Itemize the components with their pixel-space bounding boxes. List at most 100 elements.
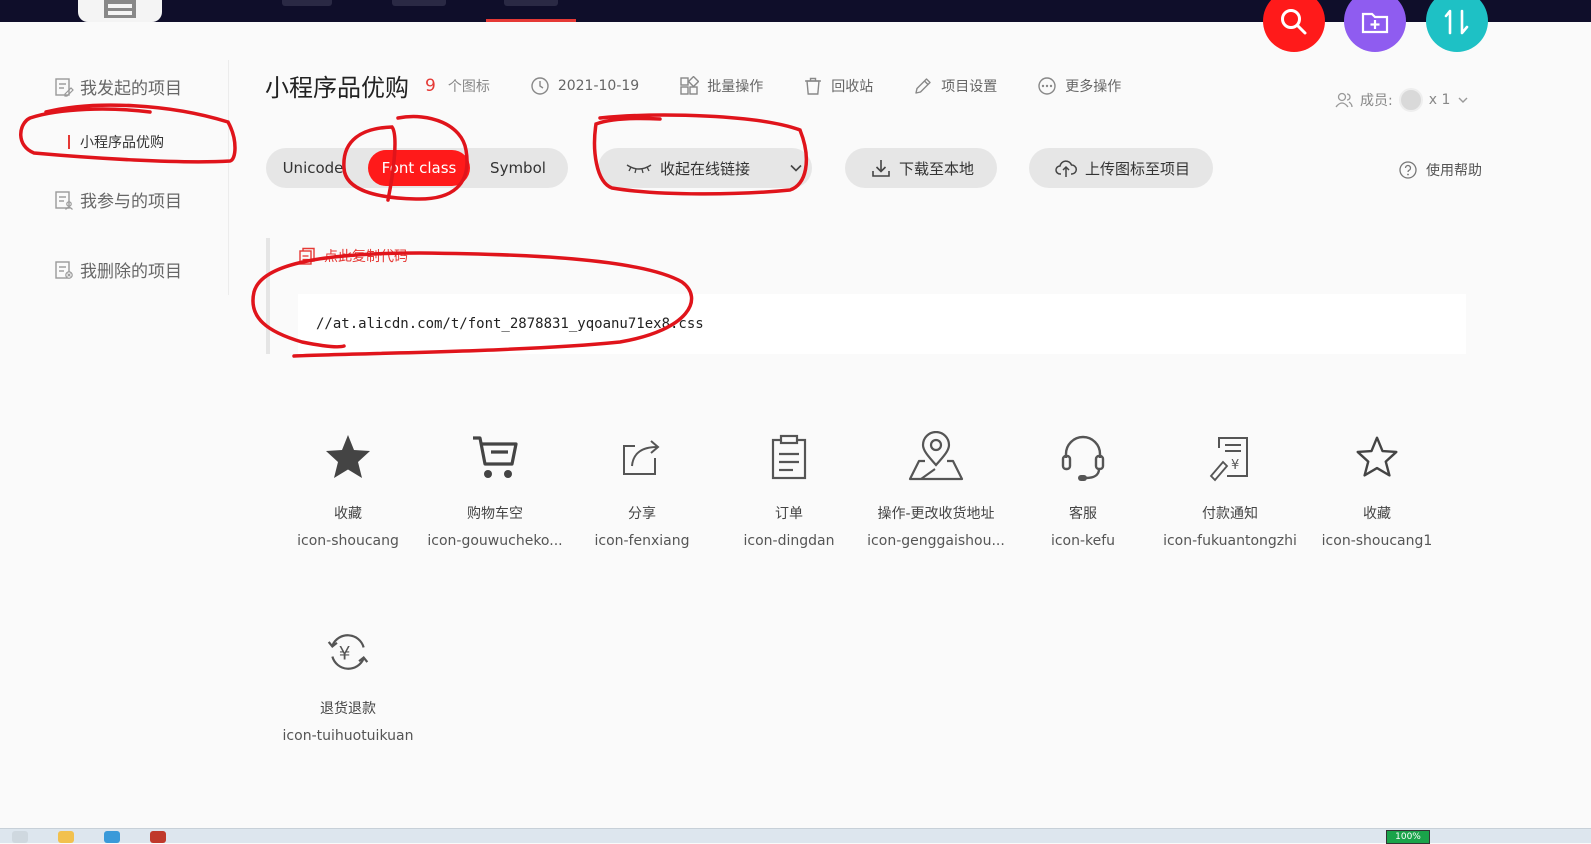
- css-url[interactable]: //at.alicdn.com/t/font_2878831_yqoanu71e…: [316, 316, 704, 332]
- more-actions-button[interactable]: 更多操作: [1037, 76, 1121, 96]
- question-icon: [1399, 161, 1417, 179]
- batch-operation-button[interactable]: 批量操作: [679, 75, 764, 96]
- members-icon: [1335, 92, 1353, 108]
- sidebar-item-label: 我参与的项目: [80, 192, 182, 212]
- icon-class: icon-shoucang1: [1321, 533, 1433, 549]
- upload-to-project-button[interactable]: 上传图标至项目: [1029, 148, 1213, 188]
- chevron-down-icon: [1458, 97, 1468, 103]
- search-button[interactable]: [1263, 0, 1325, 52]
- icon-card-shoucang1[interactable]: 收藏 icon-shoucang1: [1307, 425, 1447, 549]
- code-block: 点此复制代码 //at.alicdn.com/t/font_2878831_yq…: [266, 238, 1470, 354]
- icon-class: icon-kefu: [1050, 533, 1116, 549]
- icon-count: 9: [425, 75, 436, 96]
- svg-text:¥: ¥: [1231, 458, 1239, 473]
- icon-card-shoucang[interactable]: 收藏 icon-shoucang: [278, 425, 418, 549]
- document-delete-icon: [55, 260, 73, 279]
- new-project-button[interactable]: [1344, 0, 1406, 52]
- collapse-online-link-button[interactable]: 收起在线链接: [598, 148, 812, 188]
- annotation-overlay: [19, 103, 809, 358]
- sidebar-item-initiated[interactable]: 我发起的项目: [54, 74, 182, 99]
- project-settings-button[interactable]: 项目设置: [913, 76, 997, 96]
- sidebar-item-participated[interactable]: 我参与的项目: [54, 187, 182, 212]
- icon-class: icon-genggaishou...: [867, 533, 1005, 549]
- payment-notice-icon: ¥: [1209, 437, 1248, 482]
- copy-code-link[interactable]: 点此复制代码: [298, 246, 408, 266]
- browser-icon[interactable]: [104, 831, 120, 843]
- document-user-icon: [55, 190, 73, 210]
- sidebar-item-label: 小程序品优购: [80, 135, 164, 151]
- more-actions-label: 更多操作: [1065, 78, 1122, 95]
- icon-name: 操作-更改收货地址: [877, 506, 995, 522]
- active-indicator: [68, 135, 70, 149]
- date-label: 2021-10-19: [557, 77, 640, 94]
- nav-item-1[interactable]: [282, 0, 332, 6]
- headset-icon: [1061, 435, 1105, 481]
- icon-name: 收藏: [334, 506, 362, 522]
- recycle-bin-button[interactable]: 回收站: [803, 76, 873, 96]
- copy-code-label: 点此复制代码: [324, 249, 408, 265]
- sort-icon: [1444, 9, 1469, 35]
- icon-card-fukuantongzhi[interactable]: ¥ 付款通知 icon-fukuantongzhi: [1160, 425, 1300, 549]
- tab-symbol[interactable]: Symbol: [478, 148, 558, 188]
- grid-icon: [680, 75, 700, 95]
- icon-card-dingdan[interactable]: 订单 icon-dingdan: [719, 425, 859, 549]
- start-icon[interactable]: [12, 831, 28, 843]
- cart-icon: [473, 436, 518, 478]
- os-taskbar: 100%: [0, 828, 1591, 844]
- nav-item-3[interactable]: [504, 0, 558, 6]
- share-icon: [623, 440, 660, 475]
- icon-card-tuihuotuikuan[interactable]: ¥ 退货退款 icon-tuihuotuikuan: [278, 620, 418, 744]
- date-info: 2021-10-19: [530, 76, 639, 96]
- avatar: [1398, 88, 1423, 112]
- logo[interactable]: [78, 0, 162, 22]
- code-box[interactable]: //at.alicdn.com/t/font_2878831_yqoanu71e…: [298, 294, 1466, 354]
- page-title: 小程序品优购: [265, 74, 409, 102]
- document-edit-icon: [55, 77, 74, 97]
- download-icon: [872, 160, 890, 177]
- sidebar-item-deleted[interactable]: 我删除的项目: [54, 257, 182, 282]
- icon-card-kefu[interactable]: 客服 icon-kefu: [1013, 425, 1153, 549]
- icon-name: 客服: [1069, 506, 1097, 522]
- chevron-down-icon: [790, 164, 802, 172]
- project-sidebar: 我发起的项目 小程序品优购 我参与的项目 我删除的项目: [0, 60, 229, 295]
- batch-operation-label: 批量操作: [707, 78, 764, 95]
- members-dropdown[interactable]: 成员: x 1: [1334, 88, 1470, 112]
- clock-icon: [531, 76, 549, 95]
- tab-unicode[interactable]: Unicode: [278, 148, 348, 188]
- icon-count-unit: 个图标: [447, 78, 490, 95]
- icon-class: icon-dingdan: [743, 533, 835, 549]
- tab-font-class[interactable]: Font class: [368, 150, 470, 186]
- download-local-button[interactable]: 下载至本地: [845, 148, 997, 188]
- icon-name: 订单: [775, 506, 803, 522]
- members-label: 成员:: [1360, 93, 1393, 109]
- project-settings-label: 项目设置: [941, 78, 998, 95]
- sidebar-item-label: 我删除的项目: [80, 262, 182, 282]
- icon-card-fenxiang[interactable]: 分享 icon-fenxiang: [572, 425, 712, 549]
- nav-item-2[interactable]: [392, 0, 446, 6]
- star-filled-icon: [326, 435, 370, 478]
- icon-class: icon-fukuantongzhi: [1163, 533, 1297, 549]
- sidebar-item-current-project[interactable]: 小程序品优购: [68, 132, 164, 152]
- app-icon[interactable]: [150, 831, 166, 843]
- icon-class: icon-fenxiang: [594, 533, 690, 549]
- refund-icon: ¥: [327, 634, 369, 670]
- icon-name: 退货退款: [320, 701, 376, 717]
- recycle-bin-label: 回收站: [831, 78, 874, 95]
- nav-active-underline: [486, 19, 576, 22]
- icon-name: 分享: [628, 506, 656, 522]
- icon-name: 收藏: [1363, 506, 1391, 522]
- sidebar-item-label: 我发起的项目: [80, 79, 182, 99]
- help-link[interactable]: 使用帮助: [1398, 160, 1482, 180]
- file-explorer-icon[interactable]: [58, 831, 74, 843]
- trash-icon: [805, 77, 822, 95]
- sort-button[interactable]: [1426, 0, 1488, 52]
- icon-class: icon-tuihuotuikuan: [282, 728, 414, 744]
- icon-name: 购物车空: [467, 506, 523, 522]
- help-label: 使用帮助: [1426, 163, 1482, 179]
- cloud-upload-icon: [1055, 160, 1077, 177]
- icon-card-genggaishouhuo[interactable]: 操作-更改收货地址 icon-genggaishou...: [866, 425, 1006, 549]
- code-type-tabs: Unicode Font class Symbol: [266, 148, 568, 188]
- logo-icon: [104, 0, 136, 18]
- search-icon: [1281, 9, 1307, 35]
- icon-card-gouwuche[interactable]: 购物车空 icon-gouwucheko...: [425, 425, 565, 549]
